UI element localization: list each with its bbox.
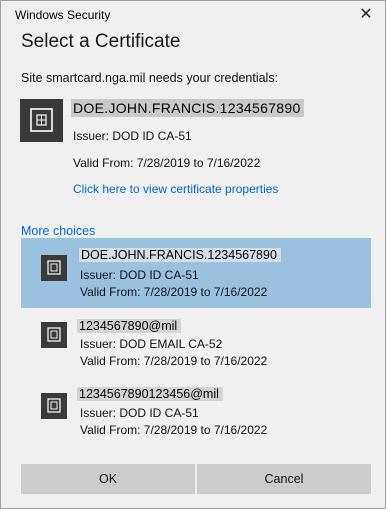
certificate-name: DOE.JOHN.FRANCIS.1234567890 [79, 248, 281, 262]
cancel-button[interactable]: Cancel [197, 464, 371, 494]
credentials-prompt: Site smartcard.nga.mil needs your creden… [21, 71, 279, 85]
view-certificate-properties-link[interactable]: Click here to view certificate propertie… [73, 182, 278, 196]
certificate-validity: Valid From: 7/28/2019 to 7/16/2022 [80, 285, 268, 299]
certificate-choice-item[interactable]: DOE.JOHN.FRANCIS.1234567890 Issuer: DOD … [21, 238, 371, 308]
window-title: Windows Security [15, 8, 111, 22]
more-choices-link[interactable]: More choices [21, 224, 95, 238]
certificate-validity: Valid From: 7/28/2019 to 7/16/2022 [80, 423, 268, 437]
close-icon[interactable]: ✕ [355, 4, 377, 26]
smartcard-certificate-icon [41, 322, 67, 348]
selected-certificate-validity: Valid From: 7/28/2019 to 7/16/2022 [73, 156, 261, 170]
certificate-issuer: Issuer: DOD ID CA-51 [80, 268, 199, 282]
certificate-name: 1234567890123456@mil [77, 387, 223, 401]
certificate-validity: Valid From: 7/28/2019 to 7/16/2022 [80, 354, 268, 368]
certificate-dialog: Windows Security ✕ Select a Certificate … [0, 0, 386, 509]
title-bar: Windows Security ✕ [1, 1, 385, 29]
certificate-choice-item[interactable]: 1234567890@mil Issuer: DOD EMAIL CA-52 V… [21, 313, 371, 375]
selected-certificate-name: DOE.JOHN.FRANCIS.1234567890 [71, 99, 304, 117]
certificate-issuer: Issuer: DOD ID CA-51 [80, 406, 199, 420]
dialog-heading: Select a Certificate [21, 31, 181, 52]
certificate-issuer: Issuer: DOD EMAIL CA-52 [80, 337, 223, 351]
selected-certificate-issuer: Issuer: DOD ID CA-51 [73, 129, 192, 143]
certificate-choice-item[interactable]: 1234567890123456@mil Issuer: DOD ID CA-5… [21, 383, 371, 445]
smartcard-certificate-icon [41, 393, 67, 419]
ok-button[interactable]: OK [21, 464, 195, 494]
smartcard-certificate-icon [20, 99, 63, 142]
certificate-name: 1234567890@mil [77, 319, 182, 333]
smartcard-certificate-icon [41, 255, 67, 281]
